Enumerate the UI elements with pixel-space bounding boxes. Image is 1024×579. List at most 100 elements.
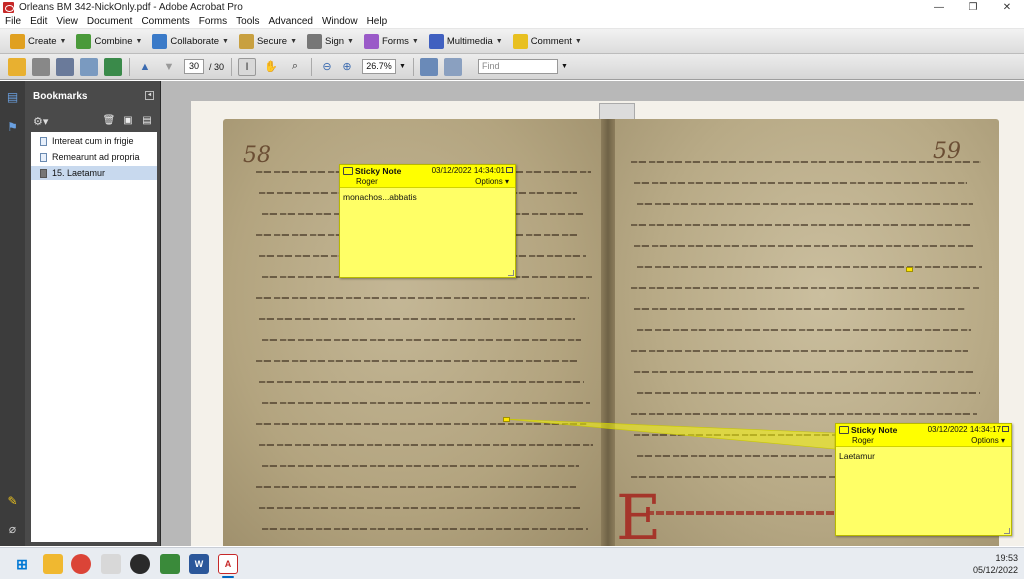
menu-help[interactable]: Help (367, 16, 388, 27)
hand-tool-icon[interactable]: ✋ (262, 58, 280, 76)
bookmarks-header: Bookmarks ◂ (25, 81, 160, 111)
close-button[interactable]: ✕ (990, 0, 1024, 15)
menu-edit[interactable]: Edit (30, 16, 47, 27)
combine-icon (76, 33, 92, 49)
bookmark-item[interactable]: Remearunt ad propria (31, 150, 157, 164)
menu-view[interactable]: View (56, 16, 78, 27)
bookmark-icon (40, 152, 47, 162)
notepad-icon[interactable] (101, 554, 121, 574)
create-button[interactable]: Create ▼ (10, 33, 66, 49)
system-clock[interactable]: 19:53 05/12/2022 (973, 552, 1018, 576)
forms-button[interactable]: Forms ▼ (363, 33, 419, 49)
previous-page-icon[interactable]: ▲ (136, 58, 154, 76)
menu-forms[interactable]: Forms (199, 16, 227, 27)
collaborate-icon (152, 33, 168, 49)
comment-button[interactable]: Comment ▼ (512, 33, 582, 49)
note-options-menu[interactable]: Options ▾ (475, 177, 509, 186)
clock-date: 05/12/2022 (972, 565, 1018, 575)
pages-icon[interactable]: ▤ (5, 89, 20, 104)
minimize-button[interactable]: — (922, 0, 956, 15)
sticky-note[interactable]: Sticky Note 03/12/2022 14:34:01 Roger Op… (339, 164, 516, 278)
acrobat-taskbar-icon[interactable]: A (218, 554, 238, 574)
title-bar: Orleans BM 342-NickOnly.pdf - Adobe Acro… (0, 0, 1024, 15)
window-title: Orleans BM 342-NickOnly.pdf - Adobe Acro… (19, 2, 243, 13)
page-total: / 30 (209, 61, 225, 72)
maximize-button[interactable]: ❐ (956, 0, 990, 15)
print-icon[interactable] (32, 57, 50, 76)
multimedia-button[interactable]: Multimedia ▼ (428, 33, 503, 49)
create-icon (10, 33, 25, 49)
file-explorer-icon[interactable] (43, 554, 63, 574)
save-icon[interactable] (56, 57, 74, 76)
zoom-tool-icon[interactable]: ⌕ (286, 58, 304, 76)
find-input[interactable]: Find (477, 59, 558, 74)
find-dropdown-icon[interactable]: ▼ (561, 63, 568, 70)
expand-bookmark-icon[interactable]: ▤ (140, 115, 154, 128)
app-icon[interactable] (130, 554, 150, 574)
new-bookmark-icon[interactable]: ▣ (121, 115, 135, 128)
comments-icon[interactable]: ✎ (5, 493, 20, 508)
menu-advanced[interactable]: Advanced (269, 16, 313, 27)
bookmark-icon (40, 168, 47, 178)
zoom-in-icon[interactable]: ⊕ (338, 58, 356, 76)
page-number-input[interactable]: 30 (184, 59, 204, 74)
windows-taskbar: ⊞ W A 19:53 05/12/2022 (0, 547, 1024, 579)
books-icon[interactable] (160, 554, 180, 574)
resize-grip-icon[interactable] (1004, 528, 1010, 534)
menu-bar: File Edit View Document Comments Forms T… (0, 15, 1024, 29)
secure-button[interactable]: Secure ▼ (238, 33, 297, 49)
note-options-menu[interactable]: Options ▾ (971, 436, 1005, 445)
sticky-note-header[interactable]: Sticky Note 03/12/2022 14:34:17 Roger Op… (836, 424, 1011, 447)
forms-icon (363, 33, 379, 49)
navigation-toolbar: ▲ ▼ 30 / 30 I ✋ ⌕ ⊖ ⊕ 26.7% ▼ Find ▼ (0, 54, 1024, 80)
zoom-dropdown-icon[interactable]: ▼ (399, 63, 406, 70)
bookmark-item-selected[interactable]: 15. Laetamur (31, 166, 157, 180)
collapse-panel-icon[interactable]: ◂ (145, 91, 154, 100)
note-text[interactable]: monachos...abbatis (343, 192, 417, 202)
start-icon[interactable]: ⊞ (12, 554, 32, 574)
word-icon[interactable]: W (189, 554, 209, 574)
menu-comments[interactable]: Comments (141, 16, 189, 27)
note-anchor[interactable] (906, 267, 913, 272)
task-toolbar: Create ▼ Combine ▼ Collaborate ▼ Secure ▼ Si… (0, 29, 1024, 54)
zoom-out-icon[interactable]: ⊖ (318, 58, 336, 76)
chrome-icon[interactable] (71, 554, 91, 574)
sticky-note[interactable]: Sticky Note 03/12/2022 14:34:17 Roger Op… (835, 423, 1012, 536)
close-note-icon[interactable] (1002, 426, 1009, 432)
close-note-icon[interactable] (506, 167, 513, 173)
note-text[interactable]: Laetamur (839, 451, 875, 461)
comment-bubble-icon (839, 426, 849, 434)
attachments-icon[interactable]: ⌀ (5, 521, 20, 536)
note-anchor[interactable] (503, 417, 510, 422)
zoom-level-input[interactable]: 26.7% (362, 59, 397, 74)
lock-icon (238, 33, 254, 49)
bookmark-icon (40, 136, 47, 146)
menu-tools[interactable]: Tools (236, 16, 259, 27)
resize-grip-icon[interactable] (508, 270, 514, 276)
full-screen-icon[interactable] (443, 57, 462, 76)
open-folder-icon[interactable] (8, 57, 26, 76)
document-view[interactable]: 58 59 E Sticky Note 03/12/2022 14:34:01 … (161, 81, 1024, 546)
web-icon[interactable] (104, 57, 122, 76)
collaborate-button[interactable]: Collaborate ▼ (152, 33, 229, 49)
bookmark-item[interactable]: Intereat cum in frigie (31, 134, 157, 148)
sign-button[interactable]: Sign ▼ (307, 33, 354, 49)
bookmarks-icon[interactable]: ⚑ (5, 119, 20, 134)
next-page-icon[interactable]: ▼ (160, 58, 178, 76)
sticky-note-header[interactable]: Sticky Note 03/12/2022 14:34:01 Roger Op… (340, 165, 515, 188)
delete-bookmark-icon[interactable]: 🗑 (102, 115, 116, 128)
menu-document[interactable]: Document (87, 16, 133, 27)
clock-time: 19:53 (995, 553, 1018, 563)
acrobat-icon (3, 2, 14, 13)
bookmarks-list: Intereat cum in frigie Remearunt ad prop… (31, 132, 157, 542)
options-gear-icon[interactable]: ⚙▾ (33, 115, 48, 128)
menu-file[interactable]: File (5, 16, 21, 27)
bookmarks-panel: Bookmarks ◂ ⚙▾ 🗑 ▣ ▤ Intereat cum in fri… (25, 81, 161, 546)
select-tool-icon[interactable]: I (238, 57, 257, 76)
fit-page-icon[interactable] (419, 57, 438, 76)
menu-window[interactable]: Window (322, 16, 358, 27)
bookmarks-title: Bookmarks (33, 90, 88, 102)
email-icon[interactable] (80, 57, 98, 76)
navigation-pane-strip: ▤ ⚑ ✎ ⌀ (0, 81, 25, 546)
combine-button[interactable]: Combine ▼ (76, 33, 142, 49)
